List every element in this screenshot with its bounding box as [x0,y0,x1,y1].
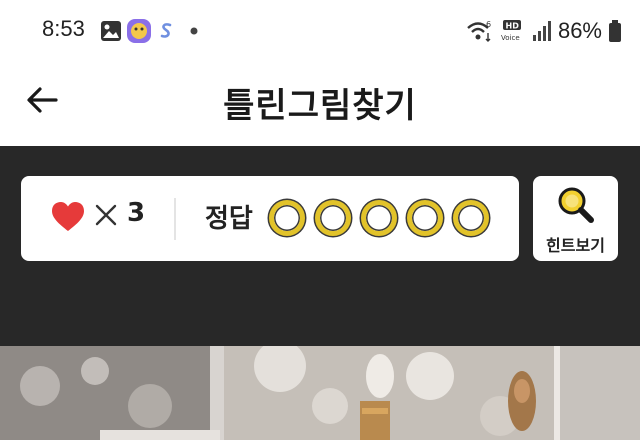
hint-button[interactable]: 힌트보기 [533,176,618,261]
dot-icon [190,27,198,35]
answer-slot-4 [407,200,443,236]
hint-label: 힌트보기 [546,236,605,255]
divider [174,198,176,240]
battery-percent: 86% [557,18,602,43]
heart-icon [52,202,84,231]
page-title: 틀린그림찾기 [223,86,417,126]
answer-slot-5 [453,200,489,236]
answer-label: 정답 [205,204,253,234]
lives-count: 3 [127,198,146,228]
app-icon [127,19,151,43]
game-image[interactable] [0,346,640,440]
answer-slot-1 [269,200,305,236]
app-bar: 틀린그림찾기 [0,62,640,146]
game-image-scene [0,346,640,440]
signal-icon [532,21,551,41]
magnifier-icon [558,187,594,223]
svg-text:HD: HD [505,22,519,31]
status-bar: 8:53 6 HD Voice 86% [0,0,640,62]
hd-voice-icon: HD Voice [501,20,521,42]
gallery-icon [101,21,121,41]
wifi-icon: 6 [467,20,491,42]
answer-slot-3 [361,200,397,236]
svg-text:Voice: Voice [501,34,520,42]
battery-icon [609,20,621,42]
status-time: 8:53 [42,16,85,41]
svg-text:6: 6 [486,20,491,29]
s-icon [160,23,172,38]
status-card: 3 정답 [21,176,519,261]
answer-slot-2 [315,200,351,236]
game-status-panel: 3 정답 힌트보기 [0,146,640,346]
answer-slots [269,200,489,236]
times-icon [95,204,117,226]
